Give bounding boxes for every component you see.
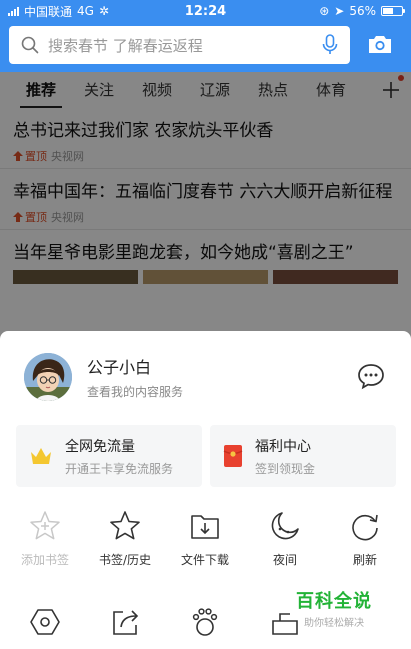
search-icon (21, 36, 39, 54)
tool-label: 文件下载 (180, 553, 229, 567)
status-bar: 中国联通 4G ✲ 12:24 ⊛ ➤ 56% (0, 0, 411, 22)
card-subtitle: 开通王卡享免流服务 (65, 461, 174, 476)
search-input[interactable]: 搜索春节 了解春运返程 (48, 35, 313, 56)
battery-percent: 56% (349, 4, 376, 18)
location-icon: ➤ (334, 4, 345, 18)
settings-button[interactable] (5, 606, 85, 638)
message-icon[interactable] (357, 362, 385, 390)
star-icon (110, 511, 140, 540)
download-folder-icon (191, 515, 219, 539)
search-header: 搜索春节 了解春运返程 (0, 22, 411, 72)
microphone-icon[interactable] (322, 34, 338, 56)
share-icon (113, 610, 139, 635)
user-subtitle[interactable]: 查看我的内容服务 (87, 383, 183, 400)
tool-grid: 添加书签 书签/历史 文件下载 夜间 刷新 (0, 509, 411, 568)
settings-hexagon-icon (30, 609, 60, 635)
red-envelope-icon (223, 445, 243, 467)
card-title: 福利中心 (255, 438, 311, 455)
menu-sheet: 公子小白 查看我的内容服务 全网免流量 开通王卡享免流服务 福利中心 签到领现金… (0, 331, 411, 649)
bookmarks-history-button[interactable]: 书签/历史 (85, 509, 165, 568)
watermark: 百科全说 助你轻松解决 (296, 587, 372, 629)
crown-icon (31, 448, 51, 464)
avatar[interactable] (24, 353, 72, 401)
refresh-icon (352, 514, 378, 541)
welfare-center-card[interactable]: 福利中心 签到领现金 (210, 425, 396, 487)
paw-icon (192, 608, 218, 636)
file-download-button[interactable]: 文件下载 (165, 509, 245, 568)
camera-icon[interactable] (367, 34, 393, 54)
card-subtitle: 签到领现金 (255, 461, 316, 476)
watermark-subtitle: 助你轻松解决 (304, 618, 364, 629)
tool-label: 夜间 (272, 553, 297, 567)
watermark-title: 百科全说 (296, 591, 372, 612)
overlay-scrim[interactable] (0, 72, 411, 342)
rotation-lock-icon: ⊛ (319, 4, 330, 18)
refresh-button[interactable]: 刷新 (325, 509, 405, 568)
share-button[interactable] (85, 606, 165, 638)
free-data-card[interactable]: 全网免流量 开通王卡享免流服务 (16, 425, 202, 487)
night-mode-button[interactable]: 夜间 (245, 509, 325, 568)
user-name[interactable]: 公子小白 (87, 354, 183, 378)
bookmark-add-icon (30, 511, 60, 540)
tool-label: 添加书签 (20, 553, 69, 567)
card-title: 全网免流量 (65, 438, 135, 455)
battery-icon (381, 6, 405, 16)
user-profile[interactable]: 公子小白 查看我的内容服务 (24, 353, 183, 401)
add-bookmark-button[interactable]: 添加书签 (5, 509, 85, 568)
tool-label: 刷新 (352, 553, 377, 567)
paw-button[interactable] (165, 606, 245, 638)
moon-icon (271, 512, 299, 540)
search-box[interactable]: 搜索春节 了解春运返程 (9, 26, 350, 64)
tool-label: 书签/历史 (98, 553, 152, 567)
avatar-image (24, 353, 72, 401)
